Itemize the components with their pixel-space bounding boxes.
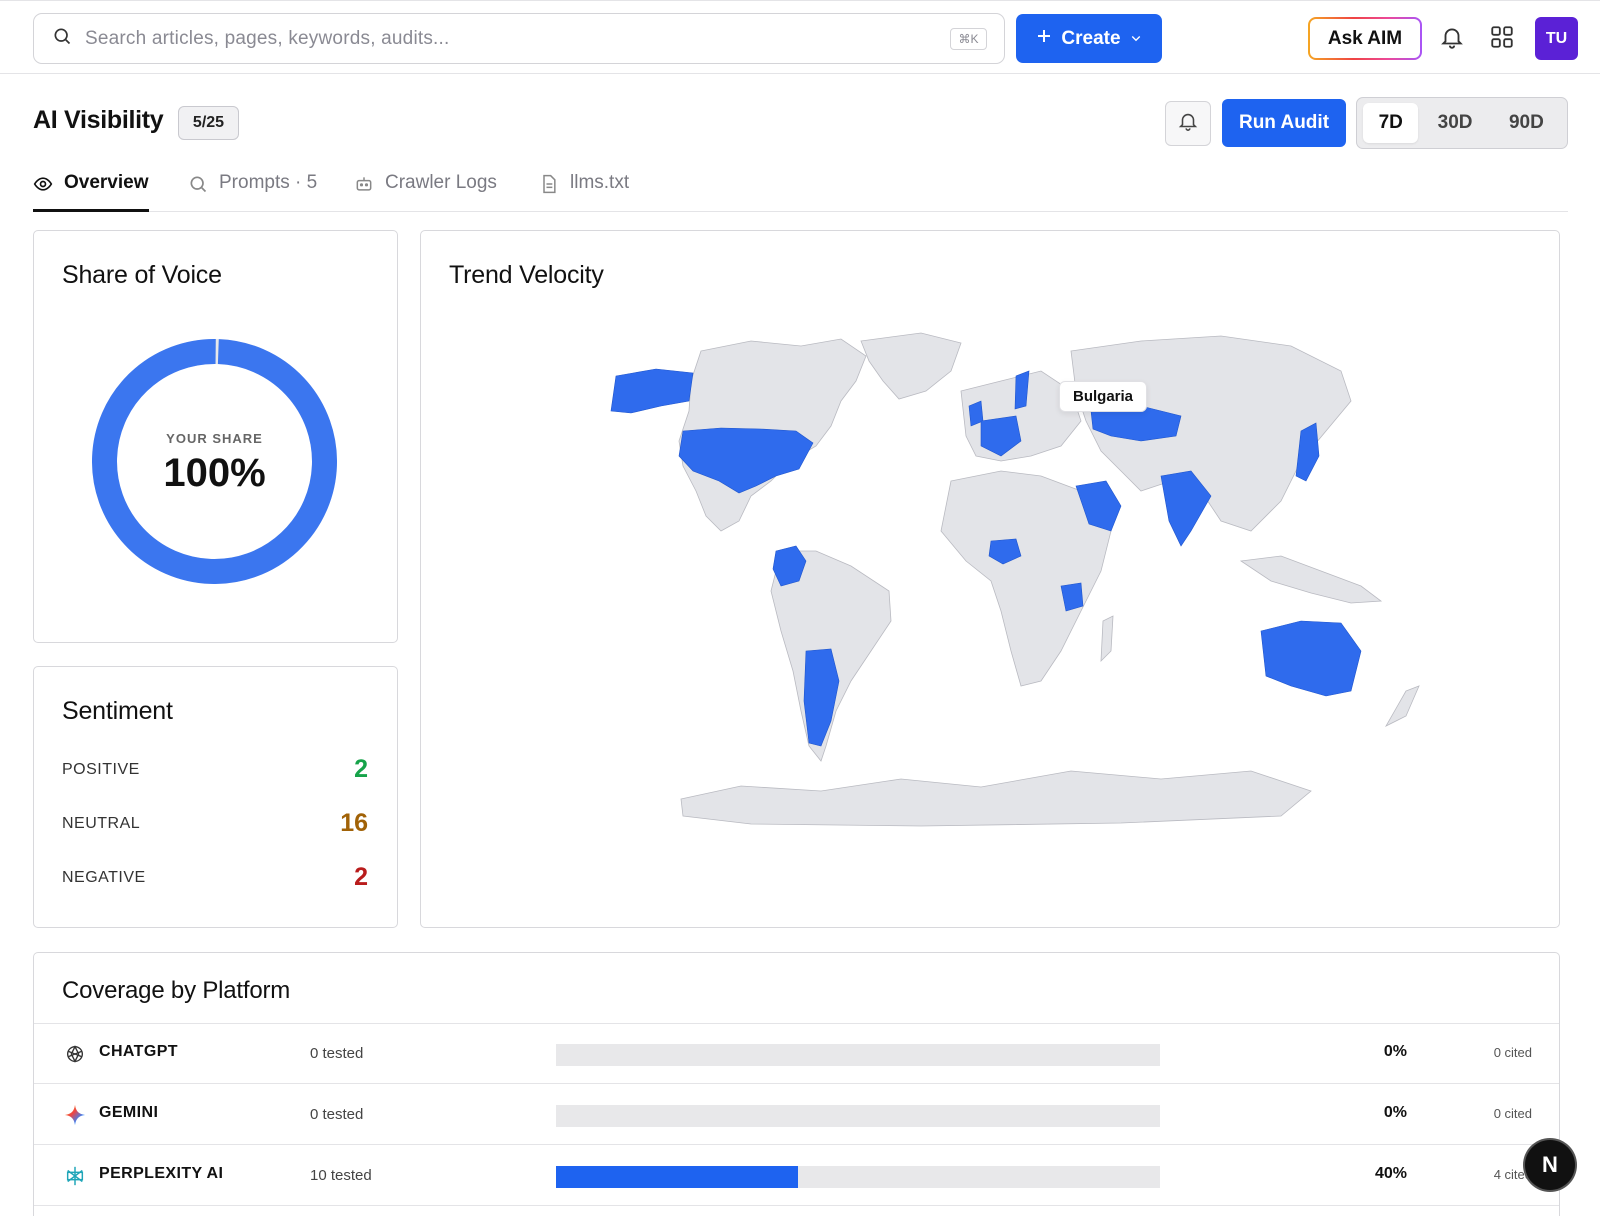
tab-llms-txt[interactable]: llms.txt [539,172,629,212]
range-30d[interactable]: 30D [1422,103,1487,143]
page-title: AI Visibility [33,106,164,134]
map-country-alaska [610,368,694,414]
sentiment-value: 2 [354,863,368,891]
map-region-new-zealand [1384,685,1420,727]
chevron-down-icon [1130,28,1142,50]
platform-percent: 0% [1383,1043,1407,1060]
coverage-card: Coverage by Platform CHATGPT 0 tested 0%… [33,952,1560,1216]
file-text-icon [539,172,559,200]
map-region-madagascar [1100,615,1114,663]
sentiment-value: 2 [354,755,368,783]
coverage-title: Coverage by Platform [62,977,291,1004]
platform-tested: 10 tested [310,1167,372,1184]
map-region-greenland [860,332,962,400]
map-country-australia [1260,620,1362,697]
platform-cited: 0 cited [1493,1106,1532,1121]
run-audit-button[interactable]: Run Audit [1222,99,1346,147]
top-bar: Search articles, pages, keywords, audits… [0,0,1600,74]
platform-percent: 40% [1374,1165,1407,1182]
share-donut-chart: YOUR SHARE 100% [91,339,337,584]
usage-count-badge: 5/25 [178,106,239,140]
coverage-row-perplexity[interactable]: PERPLEXITY AI 10 tested 40% 4 cited [34,1146,1559,1206]
apps-grid-icon[interactable] [1488,23,1516,51]
perplexity-icon [64,1165,86,1187]
sentiment-value: 16 [340,809,368,837]
search-icon [52,26,72,51]
section-tabs: Overview Prompts · 5 Crawler Logs llms.t… [33,166,1568,212]
search-shortcut-hint: ⌘K [950,28,987,50]
sentiment-label: POSITIVE [62,760,140,778]
sentiment-label: NEGATIVE [62,868,146,886]
create-button[interactable]: Create [1016,14,1162,63]
coverage-row-gemini[interactable]: GEMINI 0 tested 0% 0 cited [34,1085,1559,1145]
tab-crawler-logs[interactable]: Crawler Logs [354,172,497,212]
tab-llms-label: llms.txt [570,172,630,193]
platform-cited: 0 cited [1493,1045,1532,1060]
user-avatar[interactable]: TU [1535,17,1578,60]
global-search-input[interactable]: Search articles, pages, keywords, audits… [33,13,1005,64]
ask-aim-label: Ask AIM [1310,19,1420,58]
world-map [610,332,1420,827]
map-region-antarctica [680,770,1312,827]
search-placeholder: Search articles, pages, keywords, audits… [85,27,450,49]
coverage-row-chatgpt[interactable]: CHATGPT 0 tested 0% 0 cited [34,1024,1559,1084]
chatgpt-icon [64,1043,86,1065]
sentiment-row-neutral: NEUTRAL 16 [62,809,368,838]
search-icon [188,172,208,200]
map-region-southeast-asia [1239,555,1383,604]
share-label: YOUR SHARE [166,431,263,446]
map-country-argentina [803,648,840,747]
share-of-voice-card: Share of Voice YOUR SHARE 100% [33,230,398,643]
map-tooltip: Bulgaria [1059,381,1148,412]
ask-aim-button[interactable]: Ask AIM [1308,17,1422,60]
platform-name: GEMINI [99,1104,159,1121]
sentiment-title: Sentiment [62,697,173,725]
create-label: Create [1061,27,1121,49]
alerts-button[interactable] [1165,101,1211,146]
share-value: 100% [163,451,266,495]
plus-icon [1036,28,1052,50]
robot-icon [354,172,374,200]
tab-overview[interactable]: Overview [33,172,149,212]
sentiment-row-negative: NEGATIVE 2 [62,863,368,892]
date-range-selector: 7D 30D 90D [1356,97,1568,149]
platform-name: PERPLEXITY AI [99,1165,224,1182]
tab-crawler-logs-label: Crawler Logs [385,172,497,193]
platform-name: CHATGPT [99,1043,178,1060]
gemini-icon [64,1104,86,1126]
tab-prompts[interactable]: Prompts · 5 [188,172,317,212]
trend-velocity-card: Trend Velocity Bulgaria [420,230,1560,928]
coverage-bar-fill [556,1166,798,1188]
coverage-bar-track [556,1044,1160,1066]
sentiment-label: NEUTRAL [62,814,141,832]
platform-tested: 0 tested [310,1106,364,1123]
sentiment-row-positive: POSITIVE 2 [62,755,368,784]
notifications-bell-icon[interactable] [1438,23,1466,51]
range-90d[interactable]: 90D [1492,103,1561,143]
tab-overview-label: Overview [64,172,149,193]
platform-tested: 0 tested [310,1045,364,1062]
platform-percent: 0% [1383,1104,1407,1121]
tab-prompts-label: Prompts · 5 [219,172,318,193]
bell-icon [1177,110,1199,137]
eye-icon [33,172,53,200]
coverage-bar-track [556,1105,1160,1127]
coverage-bar-track [556,1166,1160,1188]
share-of-voice-title: Share of Voice [62,261,222,289]
range-7d[interactable]: 7D [1363,103,1419,143]
sentiment-card: Sentiment POSITIVE 2 NEUTRAL 16 NEGATIVE… [33,666,398,928]
floating-assistant-button[interactable]: N [1525,1140,1575,1190]
